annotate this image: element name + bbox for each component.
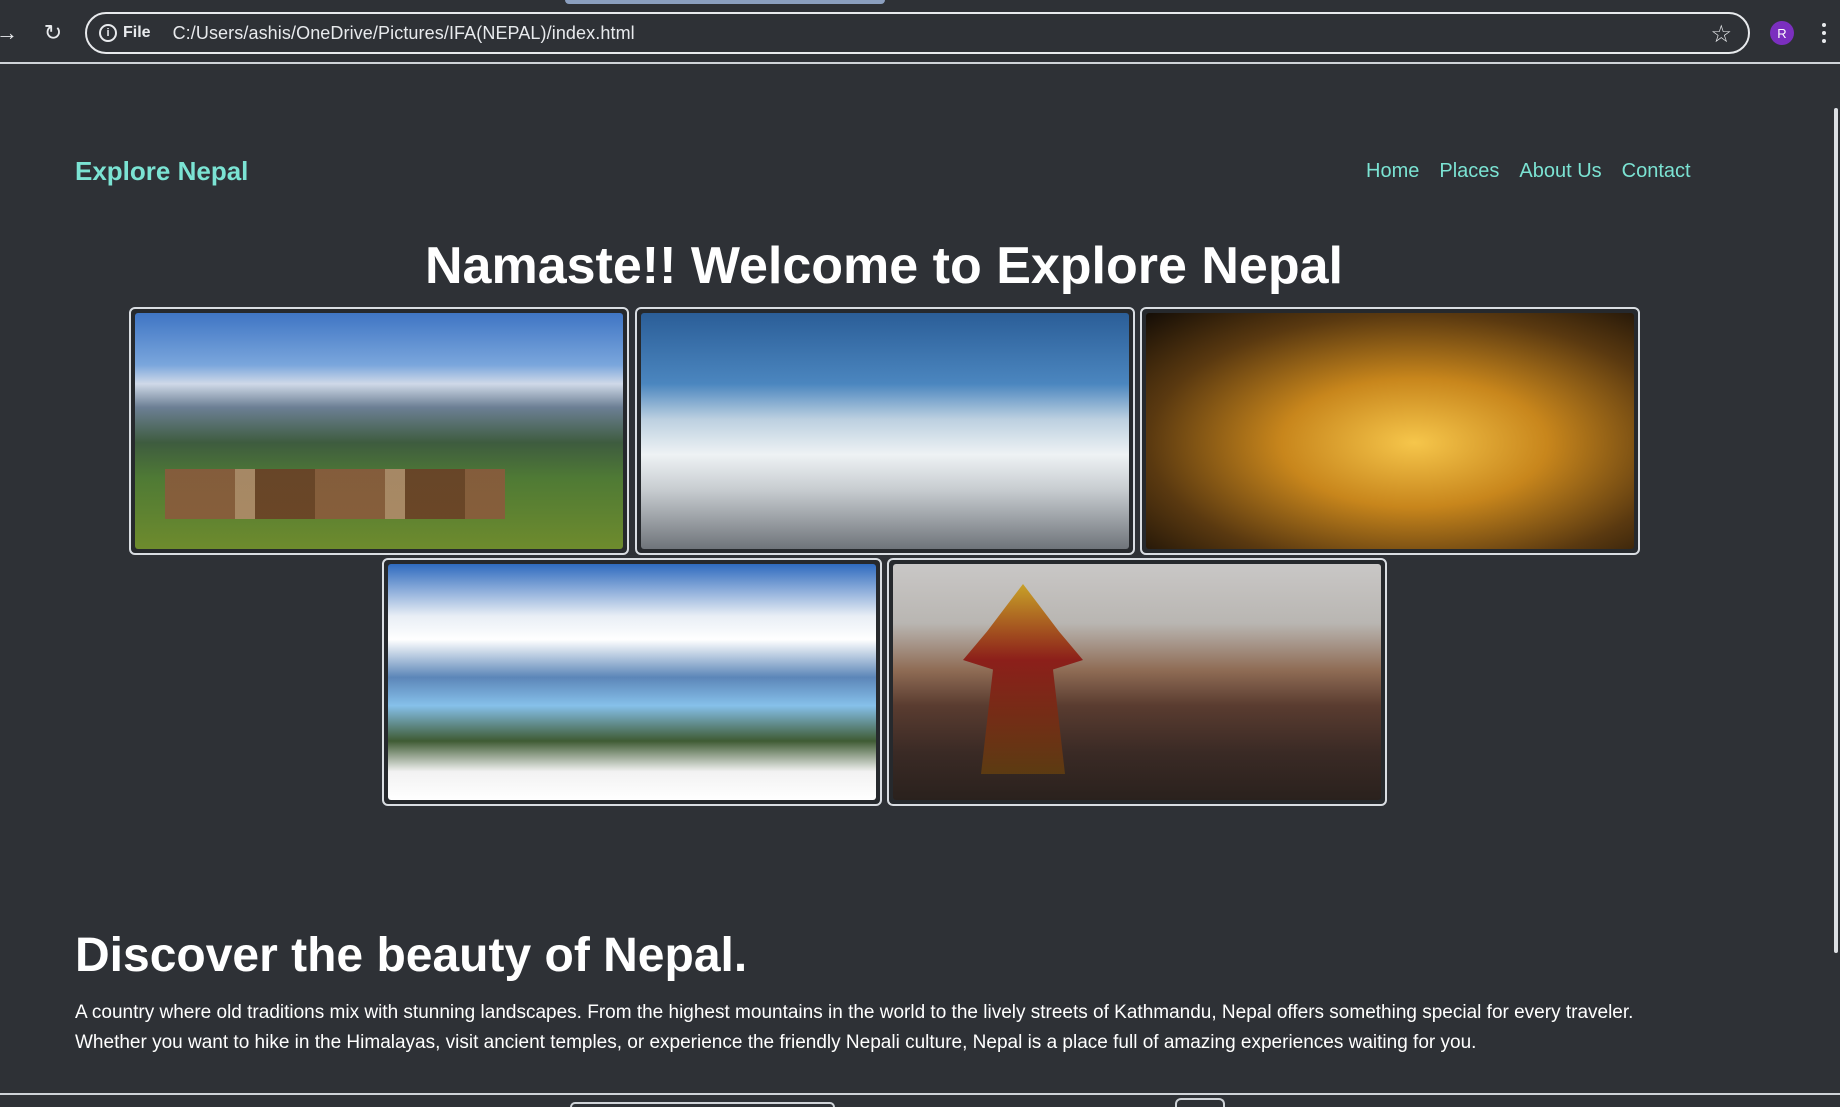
- mountain-lake-photo: [388, 564, 876, 800]
- reload-icon[interactable]: ↻: [38, 18, 68, 48]
- discover-heading: Discover the beauty of Nepal.: [75, 929, 748, 982]
- gallery-image-lake: [382, 558, 882, 806]
- active-tab-indicator: [565, 0, 885, 4]
- intro-paragraph: A country where old traditions mix with …: [75, 1002, 1634, 1053]
- gallery-image-village: [129, 307, 629, 555]
- snow-peaks-photo: [641, 313, 1129, 549]
- address-chip[interactable]: File: [123, 24, 151, 42]
- menu-icon[interactable]: [1818, 18, 1830, 48]
- star-icon[interactable]: ☆: [1710, 20, 1732, 49]
- address-bar[interactable]: i File C:/Users/ashis/OneDrive/Pictures/…: [85, 12, 1750, 54]
- forward-icon[interactable]: →: [0, 18, 22, 48]
- url-text[interactable]: C:/Users/ashis/OneDrive/Pictures/IFA(NEP…: [173, 23, 635, 44]
- site-brand[interactable]: Explore Nepal: [75, 156, 248, 187]
- main-nav: Home Places About Us Contact: [1366, 160, 1691, 183]
- nav-places[interactable]: Places: [1439, 160, 1499, 183]
- nav-home[interactable]: Home: [1366, 160, 1419, 183]
- gallery-image-festival: [887, 558, 1387, 806]
- bottom-tab: [570, 1102, 835, 1107]
- nav-about-us[interactable]: About Us: [1519, 160, 1601, 183]
- bottom-bar: [0, 1093, 1840, 1107]
- avatar[interactable]: R: [1770, 21, 1794, 45]
- info-icon[interactable]: i: [99, 24, 117, 42]
- mountain-village-photo: [135, 313, 623, 549]
- gallery-image-snow-peaks: [635, 307, 1135, 555]
- welcome-heading: Namaste!! Welcome to Explore Nepal: [425, 237, 1343, 295]
- browser-toolbar: → ↻ i File C:/Users/ashis/OneDrive/Pictu…: [0, 0, 1840, 64]
- bottom-tab: [1175, 1098, 1225, 1107]
- scrollbar[interactable]: [1834, 108, 1838, 953]
- gallery-image-temple: [1140, 307, 1640, 555]
- temple-night-photo: [1146, 313, 1634, 549]
- festival-crowd-photo: [893, 564, 1381, 800]
- nav-contact[interactable]: Contact: [1622, 160, 1691, 183]
